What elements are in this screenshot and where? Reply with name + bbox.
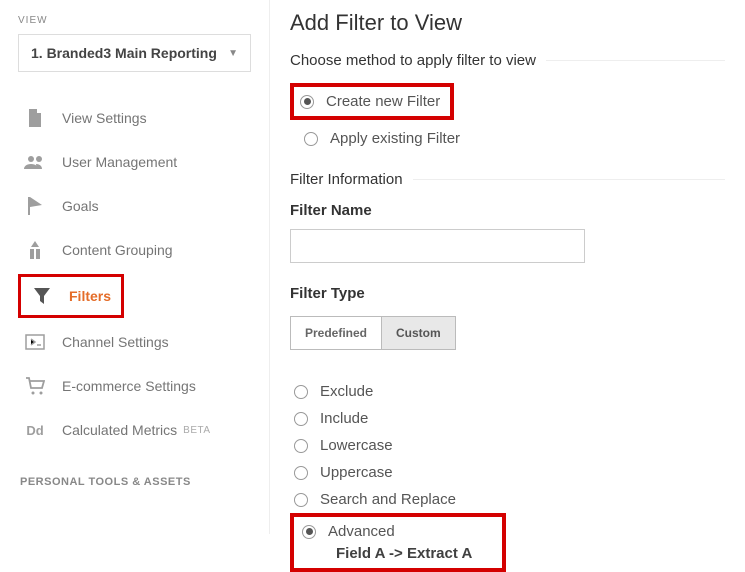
tab-predefined[interactable]: Predefined <box>290 316 381 350</box>
create-filter-highlight-box: Create new Filter <box>290 83 454 120</box>
method-create-new[interactable]: Create new Filter <box>294 87 440 116</box>
radio-icon <box>302 525 316 539</box>
nav-label: Channel Settings <box>62 334 169 350</box>
sidebar: VIEW 1. Branded3 Main Reporting ▼ View S… <box>0 0 270 534</box>
radio-label: Create new Filter <box>326 93 440 110</box>
radio-label: Apply existing Filter <box>330 130 460 147</box>
nav-label: User Management <box>62 154 177 170</box>
page-icon <box>24 109 46 127</box>
nav-filters[interactable]: Filters <box>21 277 121 315</box>
nav-label: E-commerce Settings <box>62 378 196 394</box>
radio-icon <box>294 493 308 507</box>
cart-icon <box>24 377 46 395</box>
field-extract-label: Field A -> Extract A <box>336 545 472 562</box>
radio-icon <box>294 385 308 399</box>
radio-label: Exclude <box>320 383 373 400</box>
view-label: VIEW <box>18 15 251 26</box>
radio-label: Include <box>320 410 368 427</box>
nav-label: View Settings <box>62 110 147 126</box>
divider <box>413 179 725 180</box>
personal-tools-header: PERSONAL TOOLS & ASSETS <box>18 476 251 488</box>
nav-goals[interactable]: Goals <box>18 184 251 228</box>
nav-label: Filters <box>69 288 111 304</box>
radio-icon <box>300 95 314 109</box>
option-include[interactable]: Include <box>294 405 725 432</box>
radio-icon <box>294 466 308 480</box>
custom-filter-options: Exclude Include Lowercase Uppercase Sear… <box>290 378 725 572</box>
page-title: Add Filter to View <box>290 10 725 36</box>
option-uppercase[interactable]: Uppercase <box>294 459 725 486</box>
nav-ecommerce-settings[interactable]: E-commerce Settings <box>18 364 251 408</box>
nav-content-grouping[interactable]: Content Grouping <box>18 228 251 272</box>
dropdown-caret-icon: ▼ <box>228 48 238 59</box>
nav-view-settings[interactable]: View Settings <box>18 96 251 140</box>
tab-custom[interactable]: Custom <box>381 316 456 350</box>
funnel-icon <box>31 287 53 305</box>
nav-label: Calculated Metrics <box>62 422 177 438</box>
option-search-replace[interactable]: Search and Replace <box>294 486 725 513</box>
filter-name-input[interactable] <box>290 229 585 263</box>
nav-label: Content Grouping <box>62 242 173 258</box>
filter-name-label: Filter Name <box>290 202 725 219</box>
radio-label: Uppercase <box>320 464 393 481</box>
method-options: Create new Filter Apply existing Filter <box>290 83 725 153</box>
advanced-highlight-box: Advanced Field A -> Extract A <box>290 513 506 572</box>
beta-badge: BETA <box>183 425 210 436</box>
filter-type-tabs: Predefined Custom <box>290 316 456 350</box>
dd-icon: Dd <box>24 421 46 439</box>
main-content: Add Filter to View Choose method to appl… <box>270 0 745 534</box>
option-advanced[interactable]: Advanced <box>302 520 472 543</box>
nav-calculated-metrics[interactable]: Dd Calculated Metrics BETA <box>18 408 251 452</box>
divider <box>546 60 725 61</box>
radio-label: Advanced <box>328 523 395 540</box>
filter-info-section: Filter Information Filter Name Filter Ty… <box>290 171 725 572</box>
method-apply-existing[interactable]: Apply existing Filter <box>298 124 725 153</box>
content-grouping-icon <box>24 241 46 259</box>
flag-icon <box>24 197 46 215</box>
radio-icon <box>294 412 308 426</box>
filters-highlight-box: Filters <box>18 274 124 318</box>
nav-user-management[interactable]: User Management <box>18 140 251 184</box>
radio-icon <box>304 132 318 146</box>
channel-icon <box>24 333 46 351</box>
radio-label: Search and Replace <box>320 491 456 508</box>
view-selector[interactable]: 1. Branded3 Main Reporting ▼ <box>18 34 251 72</box>
method-label: Choose method to apply filter to view <box>290 52 536 69</box>
filter-info-label: Filter Information <box>290 171 403 188</box>
filter-type-label: Filter Type <box>290 285 725 302</box>
users-icon <box>24 153 46 171</box>
method-section-row: Choose method to apply filter to view <box>290 52 725 69</box>
nav-channel-settings[interactable]: Channel Settings <box>18 320 251 364</box>
view-name: 1. Branded3 Main Reporting <box>31 45 217 61</box>
nav-label: Goals <box>62 198 99 214</box>
option-exclude[interactable]: Exclude <box>294 378 725 405</box>
option-lowercase[interactable]: Lowercase <box>294 432 725 459</box>
radio-icon <box>294 439 308 453</box>
radio-label: Lowercase <box>320 437 393 454</box>
